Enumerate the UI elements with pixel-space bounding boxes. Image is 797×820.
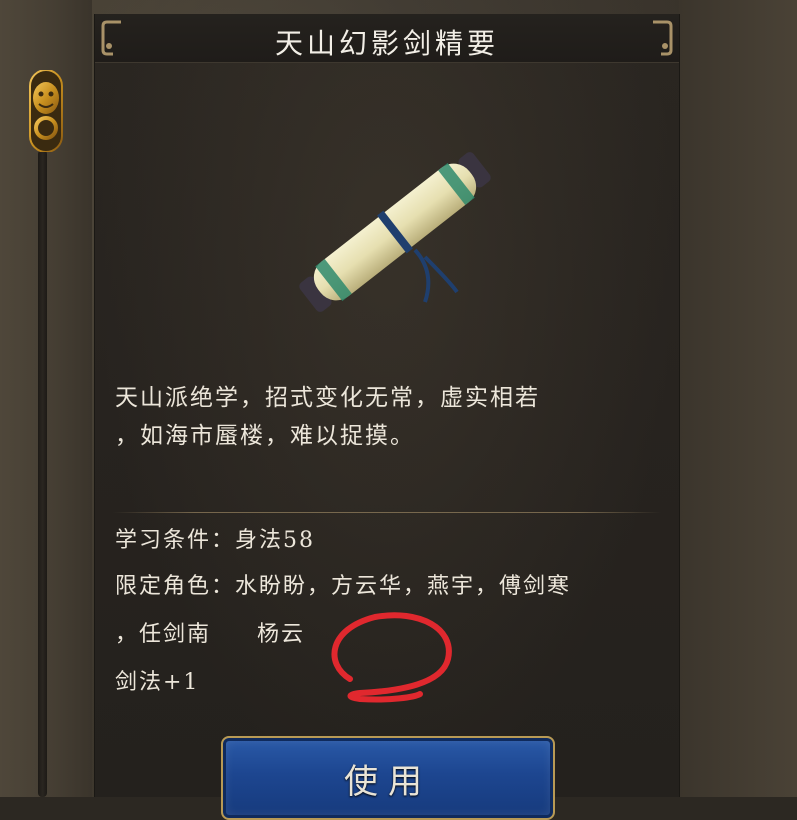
highlighted-role: 杨云 <box>257 622 306 647</box>
skill-effect: 剑法+1 <box>115 670 200 695</box>
item-description: 天山派绝学，招式变化无常，虚实相若 ，如海市蜃楼，难以捉摸。 <box>115 379 655 455</box>
use-button-label: 使用 <box>344 762 432 802</box>
lion-head-ring-icon <box>29 70 63 152</box>
divider <box>113 512 661 513</box>
limited-roles: 限定角色：水盼盼，方云华，燕宇，傅剑寒 <box>115 574 572 599</box>
limited-roles-continued: ，任剑南 杨云 <box>115 616 305 648</box>
item-detail-panel: 天山幻影剑精要 天山派绝学，招式变化无常，虚实相若 ，如海市蜃楼，难以捉摸。 学… <box>94 14 680 820</box>
use-button[interactable]: 使用 <box>221 736 555 820</box>
red-circle-annotation <box>331 612 452 703</box>
learn-condition: 学习条件：身法58 <box>115 528 315 553</box>
scroll-icon <box>299 152 491 312</box>
scroll-rail[interactable] <box>38 150 47 797</box>
item-title: 天山幻影剑精要 <box>274 27 499 60</box>
description-line: 天山派绝学，招式变化无常，虚实相若 <box>115 385 540 411</box>
title-bar: 天山幻影剑精要 <box>95 14 679 63</box>
right-sidebar <box>679 0 797 797</box>
limited-roles-part: ，任剑南 <box>115 622 212 647</box>
description-line: ，如海市蜃楼，难以捉摸。 <box>115 423 415 449</box>
